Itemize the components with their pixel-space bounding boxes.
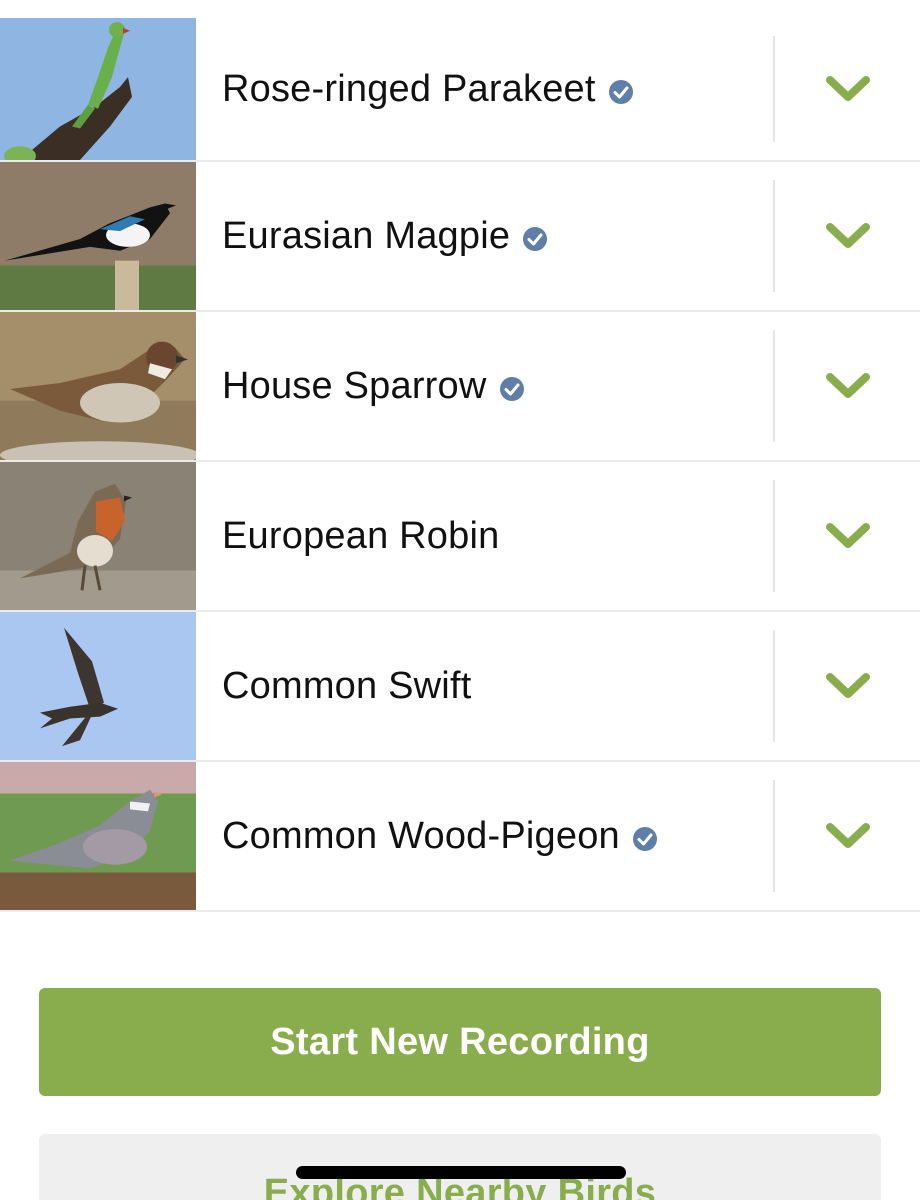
merlin-results-screen: Rose-ringed Parakeet Eurasian Magpie Hou… xyxy=(0,0,920,1200)
start-new-recording-button[interactable]: Start New Recording xyxy=(39,988,881,1096)
bird-name: Common Swift xyxy=(222,664,472,707)
chevron-down-icon xyxy=(825,823,870,848)
list-item[interactable]: Rose-ringed Parakeet xyxy=(0,18,920,162)
chevron-down-icon xyxy=(825,673,870,698)
list-item[interactable]: House Sparrow xyxy=(0,312,920,462)
rose-ringed-parakeet-photo[interactable] xyxy=(0,18,196,160)
expand-button[interactable] xyxy=(775,18,920,160)
eurasian-magpie-photo[interactable] xyxy=(0,162,196,310)
expand-button[interactable] xyxy=(775,762,920,910)
chevron-down-icon xyxy=(825,76,870,101)
bird-name: Eurasian Magpie xyxy=(222,214,511,257)
list-item[interactable]: Common Swift xyxy=(0,612,920,762)
bird-name: House Sparrow xyxy=(222,364,487,407)
verified-check-icon xyxy=(523,227,548,251)
verified-check-icon xyxy=(608,80,633,104)
expand-button[interactable] xyxy=(775,462,920,610)
bird-list: Rose-ringed Parakeet Eurasian Magpie Hou… xyxy=(0,18,920,912)
chevron-down-icon xyxy=(825,373,870,398)
bird-name: Common Wood-Pigeon xyxy=(222,814,620,857)
house-sparrow-photo[interactable] xyxy=(0,312,196,460)
verified-check-icon xyxy=(499,377,524,401)
common-wood-pigeon-photo[interactable] xyxy=(0,762,196,910)
expand-button[interactable] xyxy=(775,162,920,310)
list-item[interactable]: European Robin xyxy=(0,462,920,612)
bird-name: Rose-ringed Parakeet xyxy=(222,67,596,110)
chevron-down-icon xyxy=(825,223,870,248)
bird-name: European Robin xyxy=(222,514,500,557)
common-swift-photo[interactable] xyxy=(0,612,196,760)
chevron-down-icon xyxy=(825,523,870,548)
expand-button[interactable] xyxy=(775,312,920,460)
verified-check-icon xyxy=(632,827,657,851)
home-indicator[interactable] xyxy=(296,1166,626,1179)
european-robin-photo[interactable] xyxy=(0,462,196,610)
expand-button[interactable] xyxy=(775,612,920,760)
list-item[interactable]: Eurasian Magpie xyxy=(0,162,920,312)
list-item[interactable]: Common Wood-Pigeon xyxy=(0,762,920,912)
